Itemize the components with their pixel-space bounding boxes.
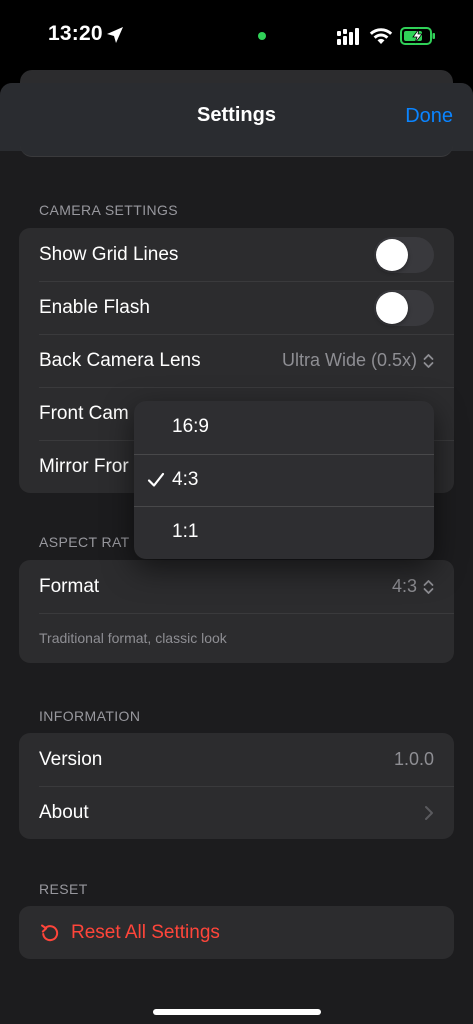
show-grid-lines-toggle[interactable] — [374, 236, 434, 273]
about-label: About — [39, 801, 89, 823]
version-value: 1.0.0 — [393, 749, 434, 769]
enable-flash-row: Enable Flash — [19, 281, 454, 334]
back-camera-lens-picker[interactable]: Ultra Wide (0.5x) — [282, 350, 434, 371]
front-camera-label: Front Cam — [39, 402, 129, 424]
format-description: Traditional format, classic look — [19, 613, 454, 663]
version-label: Version — [39, 748, 103, 770]
location-arrow-icon — [107, 27, 123, 43]
camera-in-use-indicator — [258, 32, 266, 40]
reset-arrow-icon — [41, 924, 59, 941]
reset-all-settings-label: Reset All Settings — [71, 921, 220, 943]
checkmark-icon — [147, 472, 165, 487]
show-grid-lines-label: Show Grid Lines — [39, 243, 179, 265]
status-bar: 13:20 — [0, 0, 473, 70]
battery-charging-icon — [400, 27, 435, 45]
format-option-label: 1:1 — [172, 521, 199, 543]
enable-flash-toggle[interactable] — [374, 289, 434, 326]
mirror-front-label: Mirror Fror — [39, 455, 129, 477]
section-header-reset: RESET — [39, 881, 88, 897]
reset-group: Reset All Settings — [19, 906, 454, 959]
section-header-information: INFORMATION — [39, 708, 141, 724]
back-camera-lens-row[interactable]: Back Camera Lens Ultra Wide (0.5x) — [19, 334, 454, 387]
information-group: Version 1.0.0 About — [19, 733, 454, 839]
back-camera-lens-value: Ultra Wide (0.5x) — [281, 350, 417, 370]
format-option-1-1[interactable]: 1:1 — [134, 506, 434, 559]
section-header-camera-settings: CAMERA SETTINGS — [39, 202, 179, 218]
navigation-bar-underlay — [20, 141, 453, 157]
format-value: 4:3 — [391, 576, 417, 596]
about-row[interactable]: About — [19, 786, 454, 839]
status-time: 13:20 — [48, 22, 103, 45]
wifi-icon — [369, 28, 393, 44]
aspect-ratio-group: Format 4:3 Traditional format, classic l… — [19, 560, 454, 663]
format-option-16-9[interactable]: 16:9 — [134, 401, 434, 454]
format-row[interactable]: Format 4:3 — [19, 560, 454, 613]
format-option-4-3[interactable]: 4:3 — [134, 453, 434, 507]
back-camera-lens-label: Back Camera Lens — [39, 349, 201, 371]
section-header-aspect-ratio: ASPECT RAT — [39, 534, 130, 550]
chevron-right-icon — [425, 805, 433, 820]
format-option-label: 16:9 — [172, 416, 209, 438]
show-grid-lines-row: Show Grid Lines — [19, 228, 454, 281]
format-label: Format — [39, 575, 100, 597]
home-indicator[interactable] — [153, 1009, 321, 1015]
format-option-label: 4:3 — [172, 468, 199, 490]
format-popup-menu: 16:9 4:3 1:1 — [134, 401, 434, 559]
chevron-up-down-icon — [423, 353, 434, 368]
version-row: Version 1.0.0 — [19, 733, 454, 786]
page-title: Settings — [197, 104, 276, 126]
enable-flash-label: Enable Flash — [39, 296, 150, 318]
cellular-signal-icon — [337, 28, 359, 45]
format-picker[interactable]: 4:3 — [392, 576, 434, 597]
reset-all-settings-button[interactable]: Reset All Settings — [19, 906, 454, 959]
chevron-up-down-icon — [423, 579, 434, 594]
done-button[interactable]: Done — [405, 105, 453, 128]
